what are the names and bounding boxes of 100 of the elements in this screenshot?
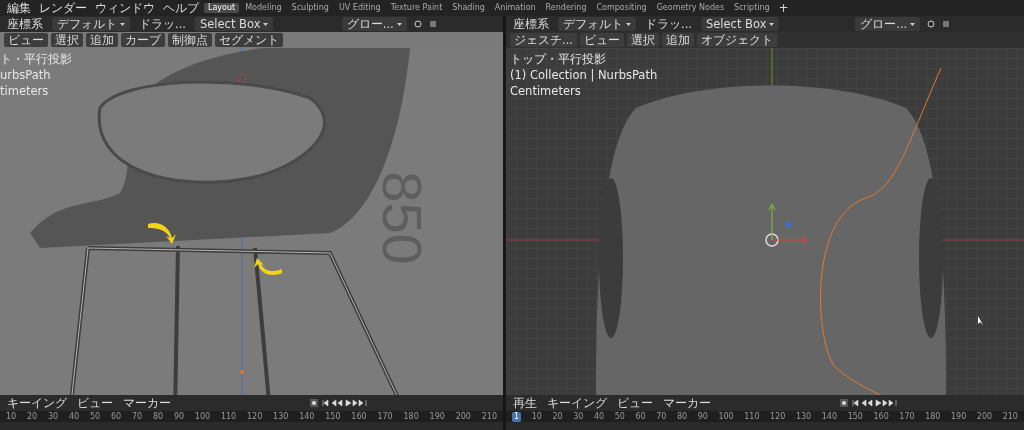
timeline-menu-item[interactable]: キーイング [544, 396, 610, 410]
view-menu-button[interactable]: セグメント [215, 33, 283, 47]
frame-tick: 110 [744, 411, 760, 422]
mouse-pointer-icon [978, 316, 983, 325]
frame-tick: 40 [68, 411, 80, 422]
workspace-tab[interactable]: Texture Paint [386, 3, 447, 13]
frame-tick: 150 [325, 411, 341, 422]
frame-tick: 200 [976, 411, 993, 422]
record-icon[interactable] [309, 399, 318, 407]
frame-tick: 90 [173, 411, 185, 422]
transform-dropdown[interactable]: グロー... [855, 17, 921, 31]
frame-tick: 190 [429, 411, 445, 422]
frame-tick: 140 [821, 411, 838, 422]
frame-tick: 110 [220, 411, 237, 422]
3d-cursor-icon [237, 73, 247, 83]
proportional-edit-icon[interactable] [428, 20, 437, 28]
view-menu-button[interactable]: 追加 [661, 33, 694, 47]
drag-label: ドラッ... [138, 17, 187, 31]
viewport-info-text: (1) Collection | NurbsPath [510, 68, 658, 82]
workspace-tab[interactable]: Rendering [541, 3, 591, 13]
proportional-edit-icon[interactable] [942, 20, 951, 28]
viewport-info-text: ト・平行投影 [0, 52, 72, 66]
workspace-tab[interactable]: UV Editing [334, 3, 385, 13]
playback-controls-icon[interactable] [321, 399, 368, 407]
add-workspace-button[interactable]: + [775, 1, 792, 15]
workspace-tab[interactable]: Geometry Nodes [652, 3, 729, 13]
frame-tick: 190 [951, 411, 967, 422]
view-menu-button[interactable]: 制御点 [168, 33, 212, 47]
caret-icon [910, 22, 916, 26]
frame-tick: 70 [656, 411, 667, 422]
view-menu-button[interactable]: ビュー [4, 33, 48, 47]
view-menu-button[interactable]: ビュー [579, 33, 624, 47]
timeline-menu-item[interactable]: ビュー [74, 396, 116, 410]
caret-icon [626, 22, 631, 26]
current-frame-indicator[interactable]: 1 [512, 411, 522, 422]
frame-tick: 120 [770, 411, 786, 422]
pivot-dropdown[interactable]: デフォルト [558, 17, 636, 31]
frame-tick: 120 [247, 411, 263, 422]
snap-icon[interactable] [412, 20, 423, 28]
frame-tick: 90 [697, 411, 708, 422]
menu-item[interactable]: ヘルプ [160, 1, 202, 15]
arrow-icon [148, 222, 176, 244]
frame-tick: 20 [27, 411, 38, 422]
move-gizmo-icon [768, 203, 809, 244]
frame-tick: 20 [552, 411, 563, 422]
transform-dropdown[interactable]: グロー... [341, 17, 407, 31]
workspace-tab[interactable]: Animation [490, 3, 540, 13]
workspace-tab[interactable]: Layout [204, 3, 240, 13]
caret-icon [120, 22, 125, 26]
viewport-info-text: トップ・平行投影 [510, 52, 607, 66]
orientation-label: 座標系 [6, 17, 44, 31]
select-mode-dropdown[interactable]: Select Box [700, 17, 780, 31]
workspace-tab[interactable]: Sculpting [287, 3, 333, 13]
timeline-menu-item[interactable]: マーカー [660, 396, 714, 410]
frame-tick: 210 [1002, 411, 1018, 422]
view-menu-button[interactable]: 選択 [51, 33, 83, 47]
arrow-icon [254, 258, 282, 275]
frame-tick: 180 [925, 411, 941, 422]
frame-tick: 100 [194, 411, 211, 422]
caret-icon [769, 22, 775, 26]
frame-tick: 10 [6, 411, 17, 422]
view-menu-button[interactable]: 選択 [626, 33, 659, 47]
view-menu-button[interactable]: カーブ [121, 33, 165, 47]
frame-tick: 50 [614, 411, 625, 422]
pivot-dropdown[interactable]: デフォルト [52, 17, 130, 31]
view-menu-button[interactable]: オブジェクト [696, 33, 777, 47]
snap-icon[interactable] [926, 20, 937, 28]
orientation-label: 座標系 [512, 17, 550, 31]
frame-tick: 130 [795, 411, 812, 422]
frame-tick: 80 [676, 411, 688, 422]
3d-cursor-icon [765, 233, 779, 247]
view-menu-button[interactable]: 追加 [86, 33, 118, 47]
playback-controls-icon[interactable] [852, 399, 898, 407]
menu-item[interactable]: ウィンドウ [92, 1, 158, 15]
workspace-tab[interactable]: Shading [448, 3, 489, 13]
frame-tick: 50 [89, 411, 101, 422]
workspace-tab[interactable]: Scripting [730, 3, 774, 13]
frame-tick: 60 [110, 411, 122, 422]
frame-tick: 180 [403, 411, 419, 422]
timeline-menu-item[interactable]: キーイング [4, 396, 70, 410]
workspace-tab[interactable]: Compositing [592, 3, 651, 13]
frame-tick: 170 [899, 411, 915, 422]
timeline-menu-item[interactable]: 再生 [510, 396, 540, 410]
view-menu-button[interactable]: ジェスチ... [510, 33, 577, 47]
frame-tick: 100 [718, 411, 734, 422]
drag-label: ドラッ... [644, 17, 693, 31]
record-icon[interactable] [840, 399, 848, 407]
workspace-tab[interactable]: Modeling [241, 3, 286, 13]
frame-tick: 160 [351, 411, 367, 422]
frame-tick: 70 [131, 411, 143, 422]
frame-tick: 60 [635, 411, 646, 422]
frame-tick: 40 [593, 411, 605, 422]
timeline-menu-item[interactable]: ビュー [614, 396, 656, 410]
select-mode-dropdown[interactable]: Select Box [194, 17, 274, 31]
menu-item[interactable]: 編集 [4, 1, 34, 15]
menu-item[interactable]: レンダー [36, 1, 90, 15]
frame-tick: 170 [377, 411, 393, 422]
frame-tick: 140 [299, 411, 315, 422]
timeline-menu-item[interactable]: マーカー [120, 396, 174, 410]
caret-icon [263, 22, 269, 26]
